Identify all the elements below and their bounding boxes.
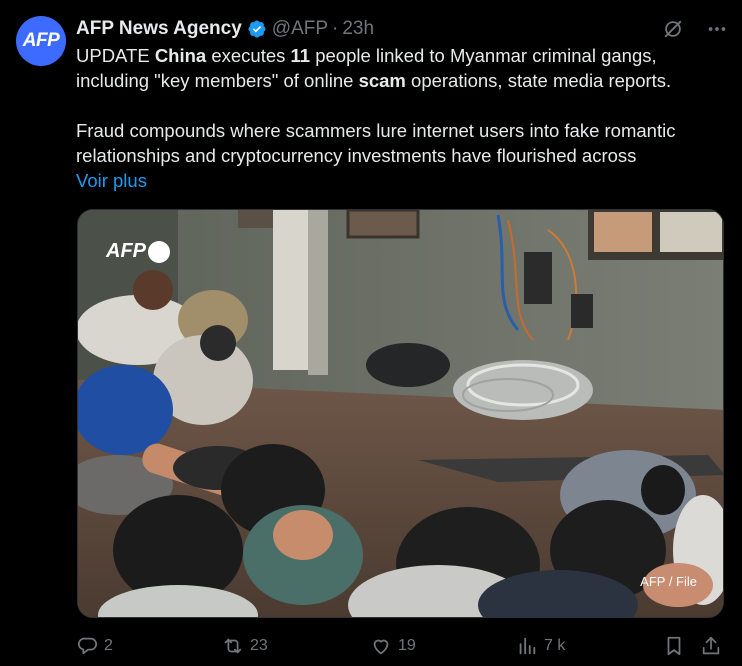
photo-illustration (78, 210, 723, 617)
tweet-top-actions (662, 18, 728, 40)
tweet-photo[interactable]: AFP AFP / File (77, 209, 724, 618)
tweet-header: AFP News Agency @AFP · 23h (76, 17, 374, 41)
bold-scam: scam (358, 70, 406, 91)
like-button[interactable]: 19 (370, 634, 416, 658)
tweet-para2-line2: relationships and cryptocurrency investm… (76, 145, 637, 166)
bookmark-icon (663, 635, 685, 657)
photo-credit: AFP / File (640, 574, 697, 589)
author-name[interactable]: AFP News Agency (76, 18, 242, 40)
tweet-para2-line1: Fraud compounds where scammers lure inte… (76, 120, 676, 141)
verified-badge-icon[interactable] (247, 19, 267, 39)
bold-china: China (154, 45, 207, 66)
tweet-line-2: including "key members" of online scam o… (76, 70, 672, 91)
repost-button[interactable]: 23 (222, 634, 268, 658)
tweet-card[interactable]: AFP AFP News Agency @AFP · 23h UPDATE Ch… (0, 0, 742, 666)
share-icon (700, 635, 722, 657)
author-avatar[interactable]: AFP (16, 16, 66, 66)
reply-button[interactable]: 2 (76, 634, 113, 658)
bold-count: 11 (290, 45, 311, 66)
reply-count: 2 (104, 637, 113, 654)
tweet-actions-bar: 2 23 19 7 k (76, 634, 726, 658)
header-separator: · (332, 18, 339, 39)
views-button[interactable]: 7 k (516, 634, 565, 658)
share-button[interactable] (700, 634, 722, 658)
avatar-text: AFP (22, 30, 60, 51)
like-count: 19 (398, 637, 416, 654)
author-handle[interactable]: @AFP (272, 18, 328, 40)
grok-icon[interactable] (662, 18, 684, 40)
tweet-text: UPDATE China executes 11 people linked t… (76, 43, 726, 193)
reply-icon (76, 635, 98, 657)
afp-watermark: AFP (106, 240, 170, 263)
heart-icon (370, 635, 392, 657)
repost-count: 23 (250, 637, 268, 654)
watermark-dot-icon (148, 240, 170, 263)
more-options-icon[interactable] (706, 18, 728, 40)
show-more-link[interactable]: Voir plus (76, 170, 147, 191)
bookmark-button[interactable] (663, 634, 685, 658)
views-chart-icon (516, 635, 538, 657)
repost-icon (222, 635, 244, 657)
views-count: 7 k (544, 637, 566, 654)
tweet-timestamp[interactable]: 23h (342, 18, 374, 40)
tweet-line-1: UPDATE China executes 11 people linked t… (76, 45, 657, 66)
